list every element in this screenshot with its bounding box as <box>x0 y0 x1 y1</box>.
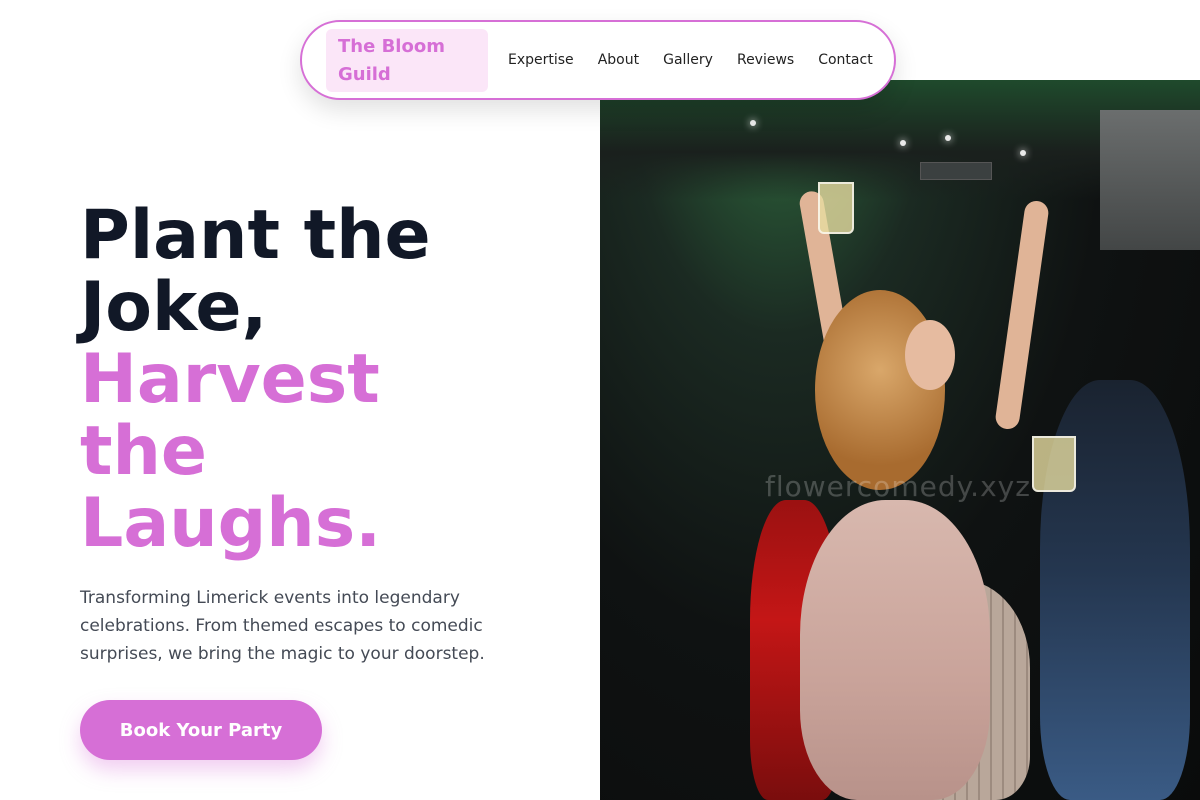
headline-accent-1: Harvest <box>80 340 380 419</box>
drink-cup <box>1032 436 1076 492</box>
landing-page: flowercomedy.xyz The Bloom Guild Experti… <box>0 0 1200 800</box>
drink-cup <box>818 182 854 234</box>
ceiling-light <box>900 140 906 146</box>
nav-link-gallery[interactable]: Gallery <box>663 52 713 68</box>
ceiling-light <box>1020 150 1026 156</box>
nav-link-about[interactable]: About <box>598 52 639 68</box>
top-nav: The Bloom Guild Expertise About Gallery … <box>300 20 896 100</box>
brand-logo[interactable]: The Bloom Guild <box>326 28 488 92</box>
nav-link-expertise[interactable]: Expertise <box>508 52 574 68</box>
wall-panel <box>1100 110 1200 250</box>
image-watermark: flowercomedy.xyz <box>765 470 1031 503</box>
headline-line-1: Plant the <box>80 196 431 275</box>
raised-arm <box>994 199 1050 431</box>
ceiling-vent <box>920 162 992 180</box>
dancer-pink-dress <box>800 500 990 800</box>
dancer-face <box>905 320 955 390</box>
ceiling-light <box>750 120 756 126</box>
nav-link-contact[interactable]: Contact <box>818 52 872 68</box>
nav-links: Expertise About Gallery Reviews Contact <box>508 52 873 68</box>
headline-accent-3: Laughs. <box>80 484 382 563</box>
hero-headline: Plant the Joke, Harvest the Laughs. <box>80 200 580 560</box>
ceiling-light <box>945 135 951 141</box>
book-party-button[interactable]: Book Your Party <box>80 700 322 760</box>
hero-party-photo: flowercomedy.xyz <box>600 80 1200 800</box>
headline-line-2: Joke, <box>80 268 268 347</box>
hero-description: Transforming Limerick events into legend… <box>80 588 485 664</box>
headline-accent-2: the <box>80 412 208 491</box>
nav-link-reviews[interactable]: Reviews <box>737 52 794 68</box>
